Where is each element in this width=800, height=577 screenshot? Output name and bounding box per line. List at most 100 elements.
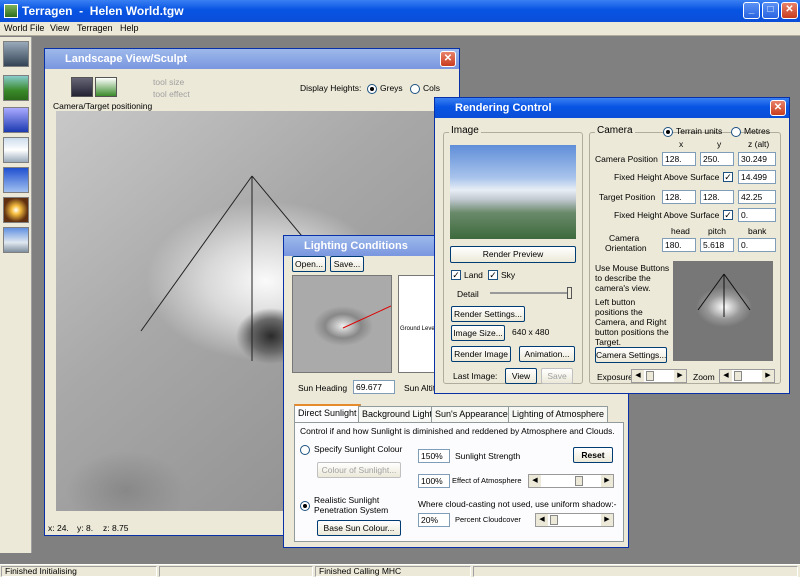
sun-heading-map[interactable] [292, 275, 392, 373]
sky-tool-icon[interactable] [3, 167, 29, 193]
slider-thumb[interactable] [575, 476, 583, 486]
atmosphere-effect-label: Effect of Atmosphere [452, 476, 522, 485]
sun-direction-line [342, 305, 391, 329]
camera-fixed-height-label: Fixed Height Above Surface [614, 172, 720, 182]
pitch-input[interactable]: 5.618 [700, 238, 734, 252]
sun-heading-input[interactable]: 69.677 [353, 380, 395, 394]
camera-tool-icon[interactable] [3, 41, 29, 67]
detail-slider[interactable] [490, 287, 572, 299]
sky-checkbox[interactable]: ✓ [488, 270, 498, 280]
detail-slider-thumb[interactable] [567, 287, 572, 299]
minimize-button[interactable]: _ [743, 2, 760, 19]
camera-positioning-icon[interactable] [71, 77, 93, 97]
bank-input[interactable]: 0. [738, 238, 776, 252]
orientation-label-line2: Orientation [605, 243, 647, 253]
camera-positioning-label: Camera/Target positioning [53, 101, 153, 111]
camera-mini-map[interactable] [673, 261, 773, 361]
base-sun-colour-button[interactable]: Base Sun Colour... [317, 520, 401, 536]
image-size-button[interactable]: Image Size... [451, 325, 505, 341]
sunlight-strength-label: Sunlight Strength [455, 451, 521, 461]
zoom-slider[interactable]: ◀ ▶ [719, 369, 775, 383]
render-tool-icon[interactable] [3, 227, 29, 253]
col-pitch-label: pitch [708, 226, 726, 236]
specify-colour-radio[interactable] [300, 445, 310, 455]
slider-right-icon[interactable]: ▶ [674, 370, 686, 382]
lighting-tool-icon[interactable] [3, 197, 29, 223]
target-y-input[interactable]: 128. [700, 190, 734, 204]
render-close-button[interactable]: ✕ [770, 100, 786, 116]
menu-view[interactable]: View [50, 23, 69, 33]
terrain-units-radio[interactable] [663, 127, 673, 137]
ground-level-label: Ground Level [400, 326, 437, 332]
display-heights-label: Display Heights: [300, 83, 362, 93]
camera-z-input[interactable]: 30.249 [738, 152, 776, 166]
sun-altitude-label: Sun Altit [404, 383, 436, 393]
sunlight-strength-input[interactable]: 150% [418, 449, 450, 463]
menu-help[interactable]: Help [120, 23, 139, 33]
greys-radio[interactable] [367, 84, 377, 94]
render-settings-button[interactable]: Render Settings... [451, 306, 525, 322]
close-button[interactable]: ✕ [781, 2, 798, 19]
head-input[interactable]: 180. [662, 238, 696, 252]
slider-left-icon[interactable]: ◀ [536, 514, 548, 526]
tab-background-light[interactable]: Background Light [358, 406, 437, 422]
camera-position-label: Camera Position [595, 154, 658, 164]
metres-label: Metres [744, 126, 770, 136]
target-fixed-height-input[interactable]: 0. [738, 208, 776, 222]
landscape-tool-icon[interactable] [3, 75, 29, 101]
render-window-titlebar[interactable]: Rendering Control ✕ [435, 98, 789, 118]
slider-left-icon[interactable]: ◀ [529, 475, 541, 487]
target-x-input[interactable]: 128. [662, 190, 696, 204]
colour-of-sunlight-button[interactable]: Colour of Sunlight... [317, 462, 401, 478]
camera-fixed-height-input[interactable]: 14.499 [738, 170, 776, 184]
animation-button[interactable]: Animation... [519, 346, 575, 362]
land-checkbox[interactable]: ✓ [451, 270, 461, 280]
view-button[interactable]: View [505, 368, 537, 384]
maximize-button[interactable]: □ [762, 2, 779, 19]
tab-suns-appearance[interactable]: Sun's Appearance [431, 406, 512, 422]
render-preview-button[interactable]: Render Preview [450, 246, 576, 263]
mouse-help-text: Use Mouse Buttons to describe the camera… [595, 263, 671, 347]
tab-lighting-of-atmosphere[interactable]: Lighting of Atmosphere [508, 406, 609, 422]
status-bar: Finished Initialising Finished Calling M… [0, 564, 800, 577]
camera-fixed-height-checkbox[interactable]: ✓ [723, 172, 733, 182]
cloudcover-input[interactable]: 20% [418, 513, 450, 527]
atmosphere-effect-input[interactable]: 100% [418, 474, 450, 488]
water-tool-icon[interactable] [3, 107, 29, 133]
atmosphere-effect-slider[interactable]: ◀ ▶ [528, 474, 614, 488]
slider-thumb[interactable] [550, 515, 558, 525]
slider-left-icon[interactable]: ◀ [632, 370, 644, 382]
exposure-slider[interactable]: ◀ ▶ [631, 369, 687, 383]
tab-direct-sunlight[interactable]: Direct Sunlight [294, 404, 361, 422]
cols-radio[interactable] [410, 84, 420, 94]
lighting-save-button[interactable]: Save... [330, 256, 364, 272]
slider-thumb[interactable] [734, 371, 742, 381]
render-image-button[interactable]: Render Image [451, 346, 511, 362]
landscape-window-titlebar[interactable]: Landscape View/Sculpt ✕ [45, 49, 459, 69]
orientation-label-line1: Camera [609, 233, 640, 243]
sun-altitude-view[interactable]: Ground Level [398, 275, 438, 373]
app-titlebar[interactable]: Terragen - Helen World.tgw _ □ ✕ [0, 0, 800, 22]
cloudcover-slider[interactable]: ◀ ▶ [535, 513, 614, 527]
camera-settings-button[interactable]: Camera Settings... [595, 347, 667, 363]
sculpt-tool-icon[interactable] [95, 77, 117, 97]
camera-x-input[interactable]: 128. [662, 152, 696, 166]
clouds-tool-icon[interactable] [3, 137, 29, 163]
slider-right-icon[interactable]: ▶ [762, 370, 774, 382]
slider-left-icon[interactable]: ◀ [720, 370, 732, 382]
col-bank-label: bank [748, 226, 767, 236]
lighting-open-button[interactable]: Open... [292, 256, 326, 272]
target-fixed-height-checkbox[interactable]: ✓ [723, 210, 733, 220]
realistic-penetration-radio[interactable] [300, 501, 310, 511]
menu-terragen[interactable]: Terragen [77, 23, 113, 33]
slider-right-icon[interactable]: ▶ [601, 475, 613, 487]
target-z-input[interactable]: 42.25 [738, 190, 776, 204]
slider-thumb[interactable] [646, 371, 654, 381]
slider-right-icon[interactable]: ▶ [601, 514, 613, 526]
reset-button[interactable]: Reset [573, 447, 613, 463]
metres-radio[interactable] [731, 127, 741, 137]
landscape-close-button[interactable]: ✕ [440, 51, 456, 67]
camera-y-input[interactable]: 250. [700, 152, 734, 166]
menu-world-file[interactable]: World File [4, 23, 44, 33]
save-image-button[interactable]: Save [541, 368, 573, 384]
